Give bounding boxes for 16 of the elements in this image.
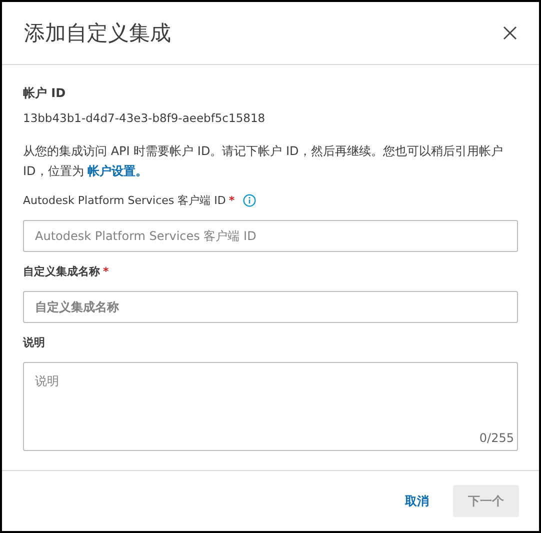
text-field[interactable]: Autodesk Platform Services 客户端 ID bbox=[23, 220, 518, 252]
account-settings-link[interactable]: 帐户设置。 bbox=[88, 164, 148, 178]
field-label: 自定义集成名称 bbox=[23, 264, 100, 279]
account-id-value: 13bb43b1-d4d7-43e3-b8f9-aeebf5c15818 bbox=[23, 111, 266, 125]
close-icon[interactable] bbox=[503, 26, 517, 40]
text-field[interactable]: 自定义集成名称 bbox=[23, 291, 518, 323]
account-id-label: 帐户 ID bbox=[23, 85, 67, 102]
cancel-button[interactable]: 取消 bbox=[401, 486, 433, 516]
character-counter: 0/255 bbox=[479, 431, 514, 445]
required-mark: * bbox=[103, 265, 109, 278]
required-mark: * bbox=[228, 194, 235, 207]
dialog-title: 添加自定义集成 bbox=[24, 20, 171, 47]
account-id-note: 从您的集成访问 API 时需要帐户 ID。请记下帐户 ID，然后再继续。您也可以稍后引用帐户 ID，位置为 帐户设置。 bbox=[23, 143, 504, 180]
field-label: 说明 bbox=[23, 335, 45, 350]
info-icon[interactable] bbox=[242, 194, 256, 207]
field-label: Autodesk Platform Services 客户端 ID bbox=[23, 193, 226, 208]
